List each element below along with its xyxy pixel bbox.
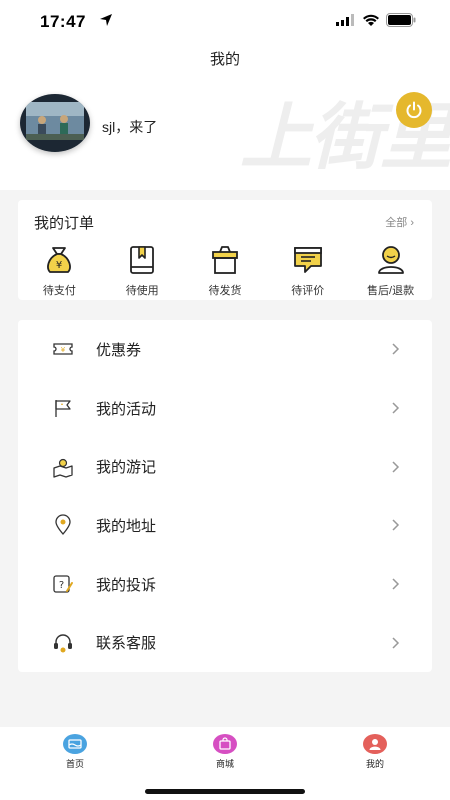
menu-item-customer-service[interactable]: 联系客服: [18, 613, 432, 672]
money-bag-icon: ¥: [47, 247, 72, 273]
svg-text:¥: ¥: [61, 346, 66, 354]
user-icon: [363, 734, 387, 754]
menu-item-coupons[interactable]: ¥ 优惠券: [18, 320, 432, 379]
logout-button[interactable]: [396, 92, 432, 128]
chevron-right-icon: [392, 402, 400, 414]
home-indicator: [145, 789, 305, 794]
tab-shop[interactable]: 商城: [185, 734, 265, 770]
service-person-icon: [377, 246, 404, 274]
page-title: 我的: [209, 51, 240, 68]
order-label: 待使用: [125, 285, 159, 297]
menu-label: 我的游记: [96, 459, 157, 477]
tab-label: 首页: [65, 759, 84, 769]
username: sjl，来了: [102, 119, 158, 135]
chevron-right-icon: [392, 637, 400, 649]
tab-home[interactable]: 首页: [35, 734, 115, 770]
order-to-review[interactable]: 待评价: [268, 244, 348, 298]
order-to-use[interactable]: 待使用: [102, 244, 182, 298]
complaint-icon: ?: [53, 575, 73, 593]
menu-label: 优惠券: [96, 341, 142, 359]
flag-icon: [55, 400, 71, 418]
order-label: 待发货: [208, 285, 242, 297]
avatar-image: [20, 94, 90, 152]
menu-label: 我的投诉: [96, 576, 157, 594]
svg-text:¥: ¥: [56, 260, 62, 271]
svg-text:?: ?: [59, 580, 64, 591]
avatar[interactable]: [20, 94, 90, 152]
battery-icon: [386, 13, 416, 27]
book-icon: [130, 246, 155, 274]
power-icon: [406, 101, 422, 119]
tab-mine[interactable]: 我的: [335, 734, 415, 770]
shop-icon: [213, 734, 237, 754]
status-icons: [336, 13, 416, 27]
order-pending-payment[interactable]: ¥ 待支付: [19, 244, 99, 298]
comment-icon: [293, 247, 322, 273]
order-after-sales[interactable]: 售后/退款: [351, 244, 431, 298]
menu-label: 我的地址: [96, 517, 157, 535]
headset-icon: [54, 634, 72, 653]
home-icon: [63, 734, 87, 754]
menu-item-activities[interactable]: 我的活动: [18, 379, 432, 438]
travel-note-icon: [53, 458, 73, 478]
order-label: 待评价: [291, 285, 325, 297]
chevron-right-icon: [392, 578, 400, 590]
profile-header: 上街里 sjl，来了: [0, 76, 450, 190]
status-bar: 17:47: [0, 0, 450, 44]
menu-item-travel-notes[interactable]: 我的游记: [18, 437, 432, 496]
package-icon: [212, 246, 238, 274]
menu-card: ¥ 优惠券 我的活动 我的游记 我的地址 ? 我的投诉 联系客服: [18, 320, 432, 672]
location-arrow-icon: [100, 14, 112, 26]
nav-bar: 我的: [0, 44, 450, 76]
menu-item-addresses[interactable]: 我的地址: [18, 496, 432, 555]
orders-card: 我的订单 全部 › ¥ 待支付 待使用 待发货 待评价 售后/退款: [18, 200, 432, 300]
orders-row: ¥ 待支付 待使用 待发货 待评价 售后/退款: [18, 244, 432, 298]
order-label: 售后/退款: [367, 285, 415, 297]
coupon-icon: ¥: [53, 343, 73, 355]
signal-icon: [336, 14, 354, 26]
tab-label: 商城: [215, 759, 234, 769]
status-time: 17:47: [40, 12, 86, 31]
wifi-icon: [363, 14, 379, 26]
tab-label: 我的: [365, 759, 384, 769]
menu-label: 我的活动: [96, 400, 157, 418]
orders-title: 我的订单: [34, 215, 95, 232]
chevron-right-icon: [392, 461, 400, 473]
chevron-right-icon: [392, 519, 400, 531]
chevron-right-icon: [392, 343, 400, 355]
order-to-ship[interactable]: 待发货: [185, 244, 265, 298]
order-label: 待支付: [42, 285, 76, 297]
menu-label: 联系客服: [96, 635, 157, 653]
orders-view-all-link[interactable]: 全部 ›: [385, 214, 414, 230]
location-pin-icon: [55, 514, 71, 536]
menu-item-complaints[interactable]: ? 我的投诉: [18, 555, 432, 614]
